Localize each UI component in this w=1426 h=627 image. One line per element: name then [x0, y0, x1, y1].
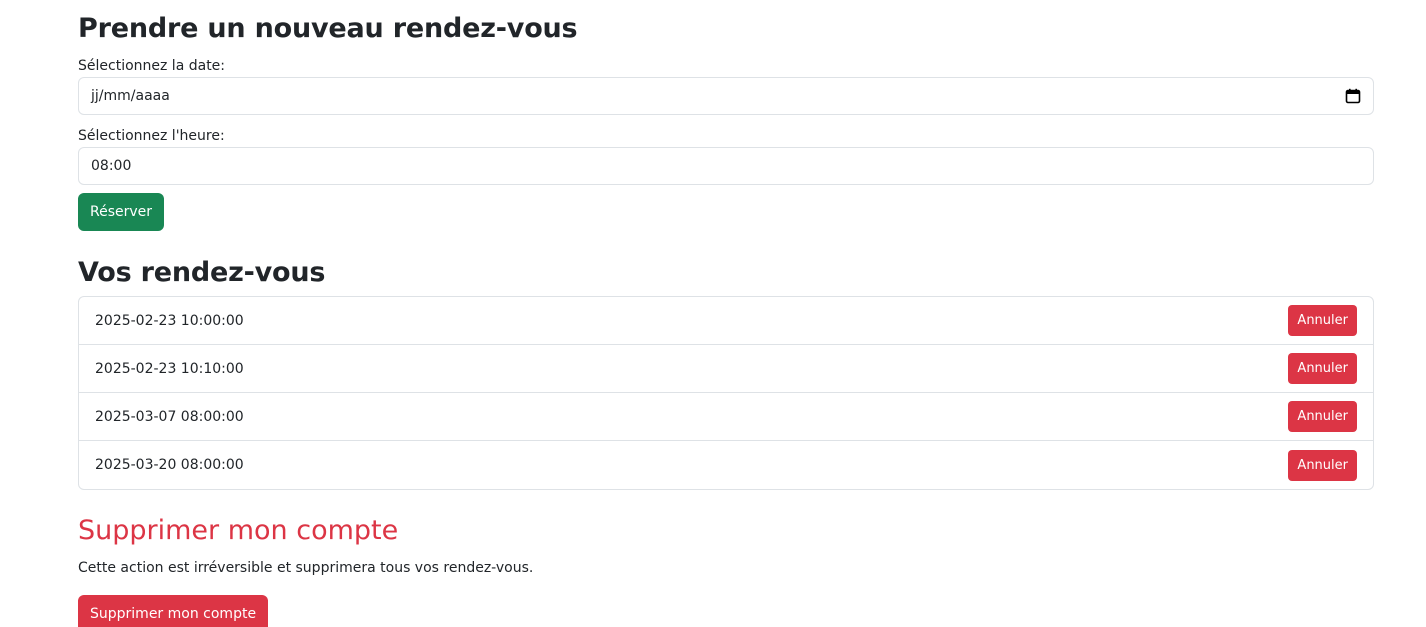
list-item: 2025-03-20 08:00:00 Annuler [79, 441, 1373, 489]
time-input-value: 08:00 [91, 158, 132, 174]
appointment-datetime: 2025-02-23 10:10:00 [95, 360, 244, 377]
calendar-icon[interactable] [1345, 88, 1361, 104]
appointments-title: Vos rendez-vous [78, 257, 326, 288]
cancel-appointment-button[interactable]: Annuler [1288, 449, 1357, 481]
cancel-appointment-button[interactable]: Annuler [1288, 305, 1357, 336]
list-item: 2025-03-07 08:00:00 Annuler [79, 393, 1373, 441]
time-label: Sélectionnez l'heure: [78, 128, 225, 144]
delete-account-button[interactable]: Supprimer mon compte [78, 595, 269, 627]
date-input[interactable]: jj/mm/aaaa [78, 77, 1374, 115]
list-item: 2025-02-23 10:00:00 Annuler [79, 297, 1373, 345]
delete-account-warning: Cette action est irréversible et supprim… [78, 560, 534, 576]
time-input[interactable]: 08:00 [78, 147, 1374, 185]
date-label: Sélectionnez la date: [78, 58, 226, 74]
cancel-appointment-button[interactable]: Annuler [1288, 401, 1357, 432]
date-input-placeholder: jj/mm/aaaa [91, 88, 170, 104]
appointment-datetime: 2025-03-07 08:00:00 [95, 408, 244, 425]
booking-title: Prendre un nouveau rendez-vous [78, 13, 578, 44]
list-item: 2025-02-23 10:10:00 Annuler [79, 345, 1373, 393]
cancel-appointment-button[interactable]: Annuler [1288, 353, 1357, 384]
reserve-button[interactable]: Réserver [78, 193, 165, 231]
delete-account-title: Supprimer mon compte [78, 515, 399, 546]
appointment-datetime: 2025-03-20 08:00:00 [95, 457, 244, 473]
appointment-datetime: 2025-02-23 10:00:00 [95, 312, 244, 329]
appointments-list: 2025-02-23 10:00:00 Annuler 2025-02-23 1… [78, 296, 1374, 490]
